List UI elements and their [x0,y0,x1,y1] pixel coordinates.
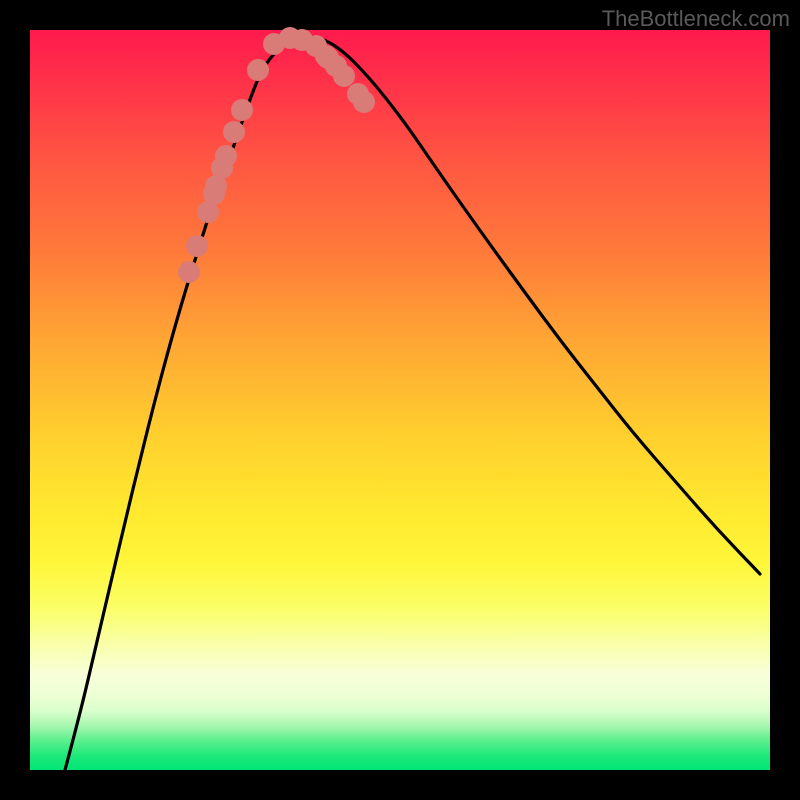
data-dot [215,145,237,167]
watermark-text: TheBottleneck.com [602,6,790,32]
chart-svg [30,30,770,770]
chart-frame: TheBottleneck.com [0,0,800,800]
data-dot [231,99,253,121]
data-dots [178,27,375,283]
data-dot [186,235,208,257]
data-dot [247,59,269,81]
data-dot [178,261,200,283]
plot-area [30,30,770,770]
data-dot [223,121,245,143]
data-dot [353,91,375,113]
data-dot [333,65,355,87]
bottleneck-curve [65,37,760,770]
